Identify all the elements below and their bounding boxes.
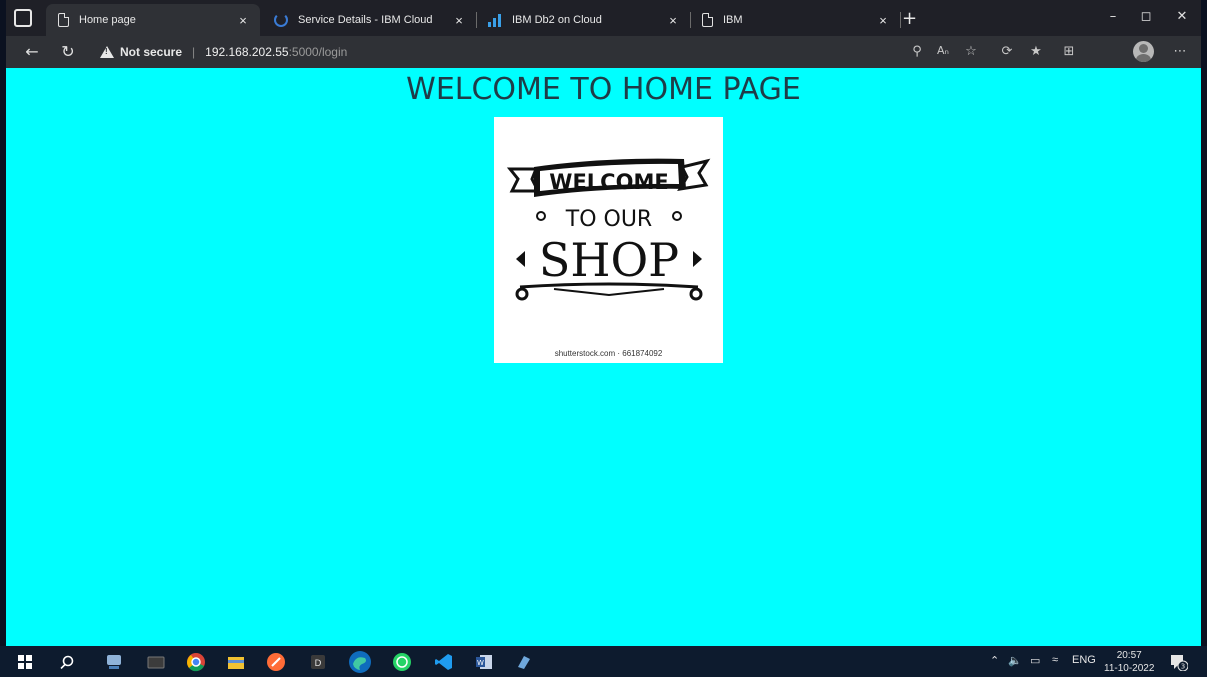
address-divider: | [192, 45, 196, 59]
tab-db2[interactable]: IBM Db2 on Cloud × [476, 4, 691, 36]
favorites-icon[interactable]: ★ [1027, 44, 1045, 59]
new-tab-button[interactable]: + [902, 8, 917, 29]
language-indicator[interactable]: ENG [1072, 654, 1096, 666]
svg-text:W: W [477, 659, 484, 667]
search-icon[interactable] [60, 655, 74, 669]
notification-icon[interactable]: 3 [1170, 653, 1188, 671]
url-path: :5000/login [288, 45, 348, 59]
clock[interactable]: 20:57 11-10-2022 [1104, 649, 1154, 675]
close-tab-icon[interactable]: × [234, 13, 252, 28]
battery-icon[interactable]: ▭ [1030, 654, 1040, 667]
banner-text: WELCOME [549, 170, 668, 194]
restore-icon[interactable]: ◻ [1136, 9, 1156, 24]
tab-label: IBM Db2 on Cloud [512, 14, 602, 26]
page-viewport: WELCOME TO HOME PAGE WELCOME TO OUR SHOP [6, 68, 1201, 646]
word-icon[interactable]: W [474, 652, 494, 672]
task-view-icon[interactable] [104, 652, 124, 672]
notification-count: 3 [1181, 663, 1185, 671]
back-icon[interactable]: ← [22, 42, 42, 61]
close-tab-icon[interactable]: × [450, 13, 468, 28]
tab-label: Service Details - IBM Cloud [298, 14, 433, 26]
wifi-icon[interactable]: ≈ [1052, 654, 1058, 666]
file-explorer-icon[interactable] [226, 652, 246, 672]
postman-icon[interactable] [266, 652, 286, 672]
chrome-icon[interactable] [186, 652, 206, 672]
more-options-icon[interactable]: ⋯ [1171, 44, 1189, 59]
navigation-bar: ← ↻ Not secure | 192.168.202.55:5000/log… [6, 36, 1201, 68]
tab-separator [900, 12, 901, 28]
show-hidden-icons[interactable]: ⌃ [990, 654, 999, 667]
ibm-cloud-icon [274, 13, 288, 27]
tab-label: Home page [79, 14, 136, 26]
taskbar: D W ⌃ 🔈 ▭ ≈ ENG 20:57 11-10-2022 3 [0, 646, 1207, 677]
page-icon [58, 13, 69, 27]
refresh-icon[interactable]: ↻ [58, 42, 78, 61]
extensions-icon[interactable]: ⟳ [998, 44, 1016, 59]
profile-avatar[interactable] [1133, 41, 1154, 62]
tab-actions-icon[interactable] [14, 9, 32, 27]
svg-text:D: D [315, 659, 322, 669]
welcome-shop-illustration: WELCOME TO OUR SHOP [506, 158, 711, 301]
url-host: 192.168.202.55 [205, 45, 289, 59]
security-label[interactable]: Not secure [120, 45, 182, 59]
minimize-icon[interactable]: – [1103, 9, 1123, 24]
page-heading: WELCOME TO HOME PAGE [406, 72, 801, 107]
clock-time: 20:57 [1116, 650, 1142, 661]
vscode-icon[interactable] [434, 652, 454, 672]
collections-icon[interactable]: ⊞ [1060, 44, 1078, 59]
tab-ibm[interactable]: IBM × [690, 4, 901, 36]
read-aloud-icon[interactable]: Aₙ [934, 44, 952, 57]
db2-icon [488, 13, 502, 27]
browser-window: Home page × Service Details - IBM Cloud … [6, 0, 1201, 677]
tagline-text: TO OUR [565, 207, 652, 232]
favorite-star-icon[interactable]: ☆ [962, 44, 980, 59]
tab-service-details[interactable]: Service Details - IBM Cloud × [262, 4, 477, 36]
terminal-icon[interactable] [146, 652, 166, 672]
warning-icon [100, 46, 114, 58]
windows-start-icon[interactable] [18, 655, 32, 669]
address-bar[interactable]: Not secure | 192.168.202.55:5000/login [100, 40, 900, 64]
welcome-shop-image: WELCOME TO OUR SHOP shutterstock.com · 6… [494, 117, 723, 363]
tab-label: IBM [723, 14, 743, 26]
clock-date: 11-10-2022 [1104, 663, 1155, 674]
app-d-icon[interactable]: D [308, 652, 328, 672]
notes-app-icon[interactable] [514, 652, 534, 672]
volume-icon[interactable]: 🔈 [1008, 654, 1022, 667]
tab-home-page[interactable]: Home page × [46, 4, 260, 36]
shop-text: SHOP [539, 233, 679, 287]
page-icon [702, 13, 713, 27]
image-watermark: shutterstock.com · 661874092 [554, 349, 663, 358]
edge-icon[interactable] [348, 650, 372, 674]
tab-bar: Home page × Service Details - IBM Cloud … [6, 0, 1201, 36]
close-tab-icon[interactable]: × [664, 13, 682, 28]
close-window-icon[interactable]: ✕ [1172, 9, 1192, 24]
close-tab-icon[interactable]: × [874, 13, 892, 28]
key-icon[interactable]: ⚲ [908, 44, 926, 59]
whatsapp-icon[interactable] [392, 652, 412, 672]
